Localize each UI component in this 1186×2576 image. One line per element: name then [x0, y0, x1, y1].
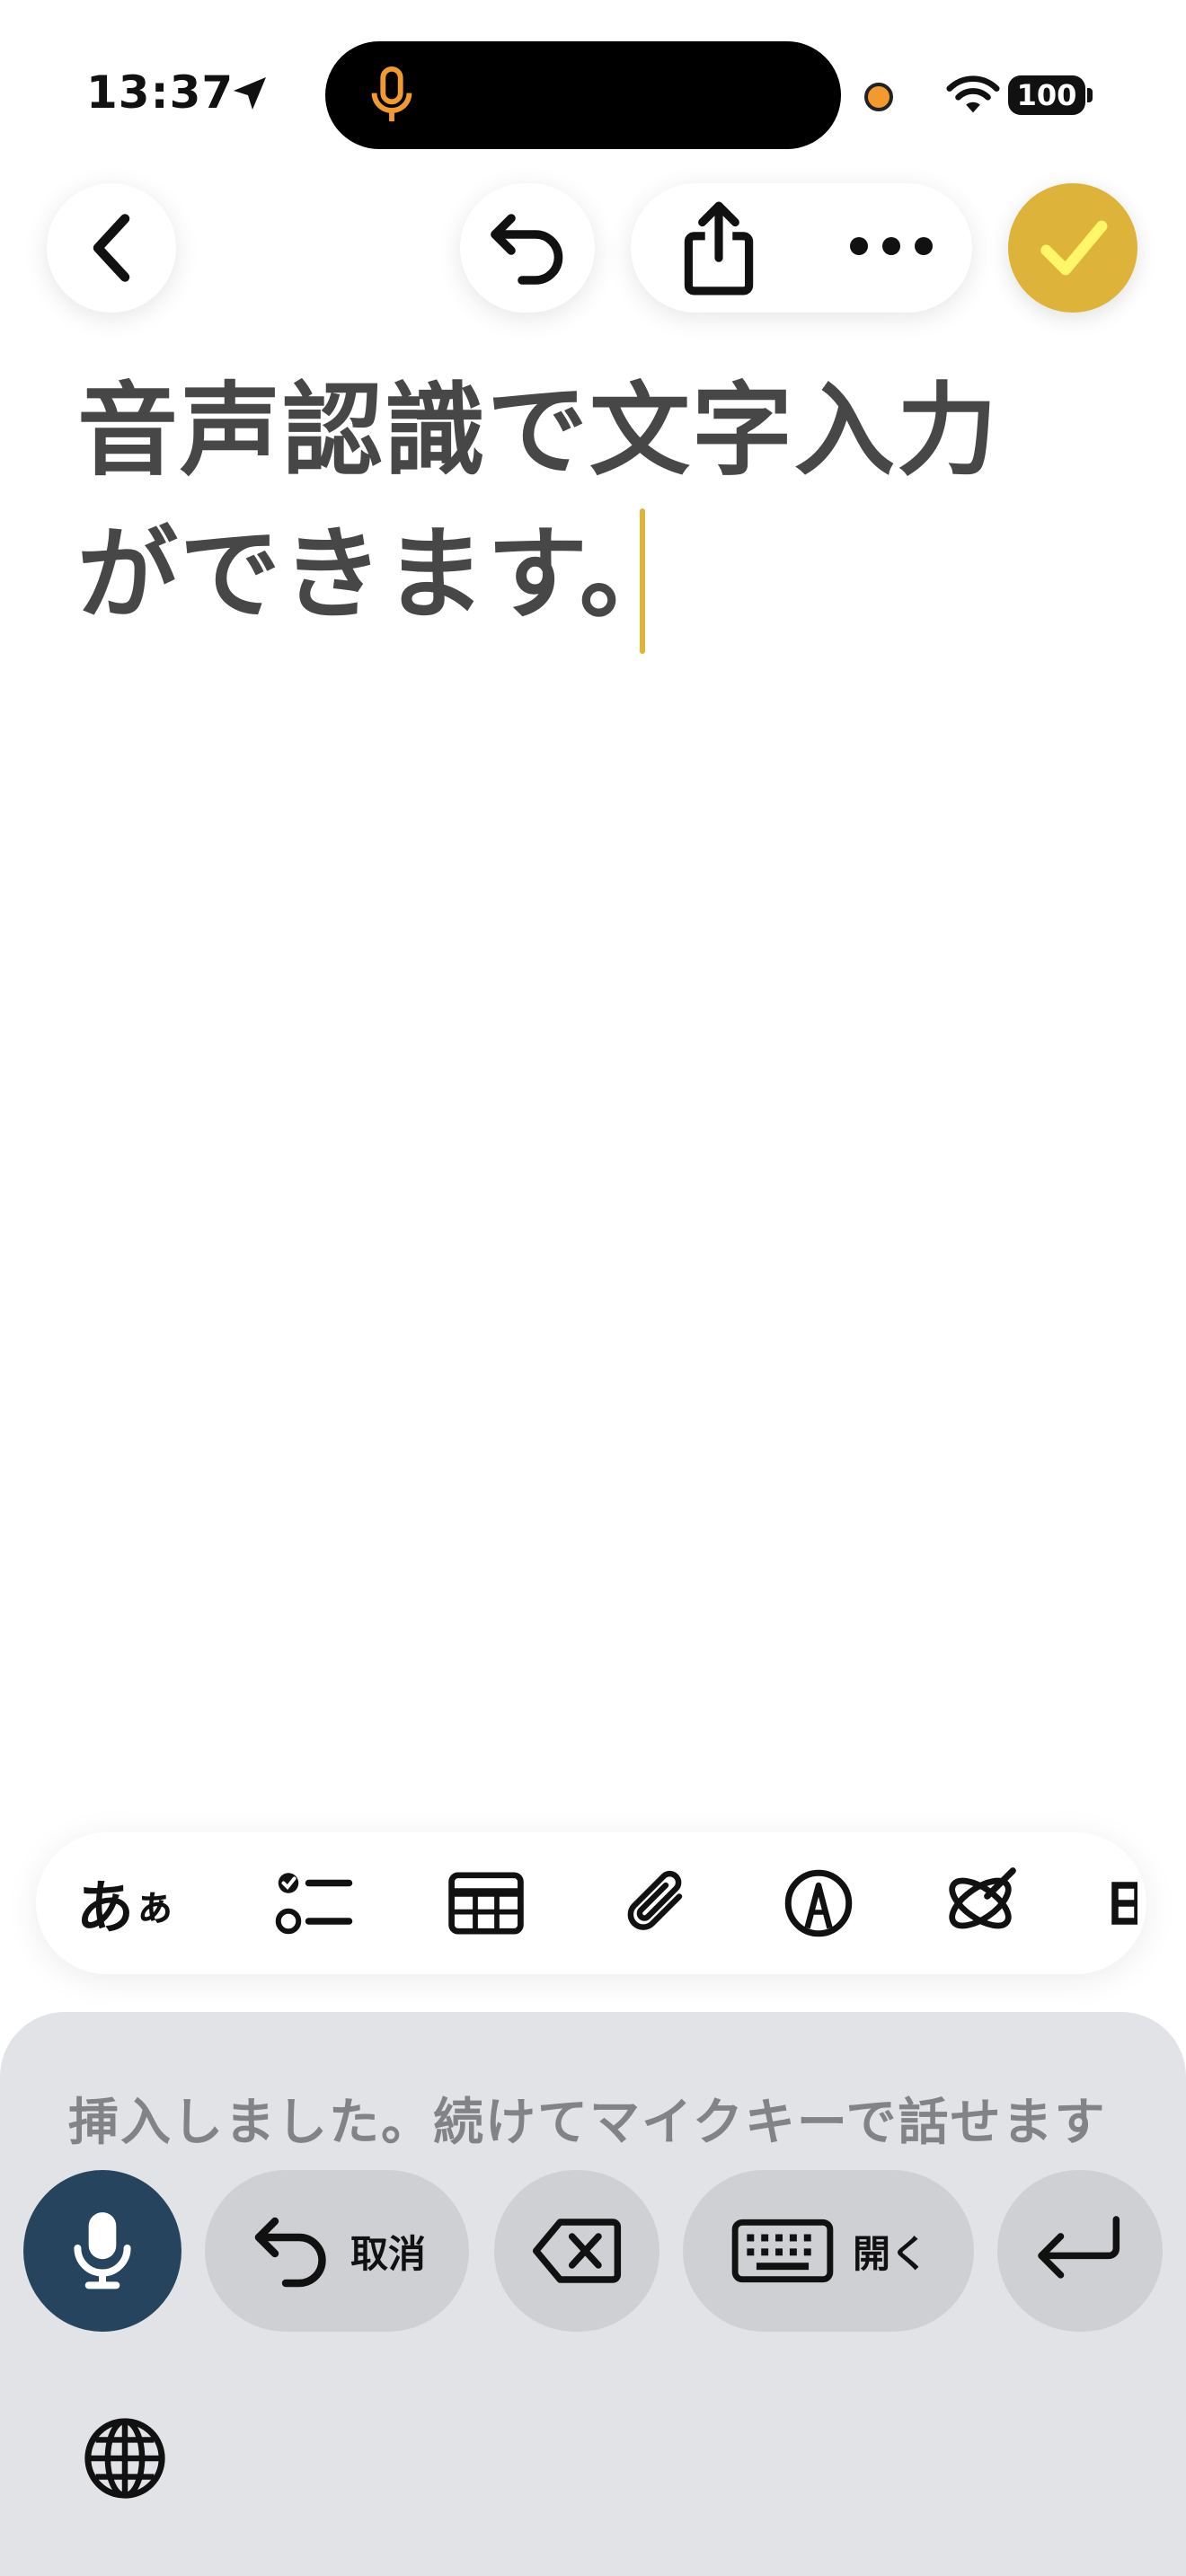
ellipsis-icon[interactable]: [846, 228, 936, 264]
partial-format-icon: [1111, 1882, 1137, 1925]
markup-pen-icon: [784, 1869, 853, 1937]
apple-intelligence-icon: [949, 1867, 1016, 1929]
table-button[interactable]: [428, 1832, 544, 1974]
open-keyboard-label: 開く: [852, 2231, 928, 2276]
note-body-text[interactable]: 音声認識で文字入力 ができます。: [77, 359, 1120, 647]
status-time: 13:37: [86, 66, 235, 119]
globe-icon[interactable]: [83, 2416, 167, 2501]
open-keyboard-key[interactable]: 開く: [683, 2170, 974, 2332]
share-more-pill: [631, 183, 972, 313]
mic-key[interactable]: [23, 2170, 181, 2332]
table-icon: [448, 1872, 524, 1935]
checklist-button[interactable]: [257, 1832, 374, 1974]
return-key[interactable]: [997, 2170, 1163, 2332]
delete-key[interactable]: [494, 2170, 659, 2332]
checkmark-icon: [1040, 220, 1108, 276]
back-button[interactable]: [47, 183, 176, 313]
dictation-hint-text: 挿入しました。続けてマイクキーで話せます: [68, 2094, 1107, 2152]
text-style-label: あ: [76, 1875, 134, 1942]
cancel-key-label: 取消: [350, 2231, 426, 2276]
battery-indicator: 100: [1008, 75, 1085, 115]
undo-button[interactable]: [460, 183, 595, 313]
paperclip-icon: [627, 1870, 683, 1930]
format-bar-overflow-item[interactable]: [1111, 1832, 1146, 1974]
dynamic-island: [325, 41, 841, 149]
chevron-left-icon: [93, 214, 130, 282]
microphone-icon: [74, 2212, 131, 2289]
checklist-icon: [275, 1873, 353, 1935]
attachment-button[interactable]: [598, 1832, 715, 1974]
format-toolbar: あぁ: [36, 1832, 1146, 1974]
cancel-key[interactable]: 取消: [205, 2170, 469, 2332]
writing-tools-button[interactable]: [922, 1832, 1039, 1974]
location-arrow-icon: [234, 77, 266, 110]
keyboard-icon: [731, 2219, 834, 2283]
wifi-icon: [946, 75, 1000, 113]
backspace-icon: [532, 2219, 622, 2283]
battery-nub: [1087, 88, 1093, 102]
text-caret: [640, 508, 645, 654]
undo-arrow-icon: [254, 2217, 326, 2288]
mic-indicator-icon: [371, 66, 412, 122]
done-button[interactable]: [1008, 183, 1137, 313]
share-icon[interactable]: [674, 198, 764, 296]
recording-indicator-dot: [864, 83, 893, 111]
return-icon: [1038, 2216, 1120, 2279]
undo-arrow-icon: [491, 214, 563, 285]
markup-button[interactable]: [760, 1832, 877, 1974]
text-style-button[interactable]: あぁ: [63, 1832, 189, 1974]
text-style-label-small: ぁ: [134, 1882, 175, 1930]
